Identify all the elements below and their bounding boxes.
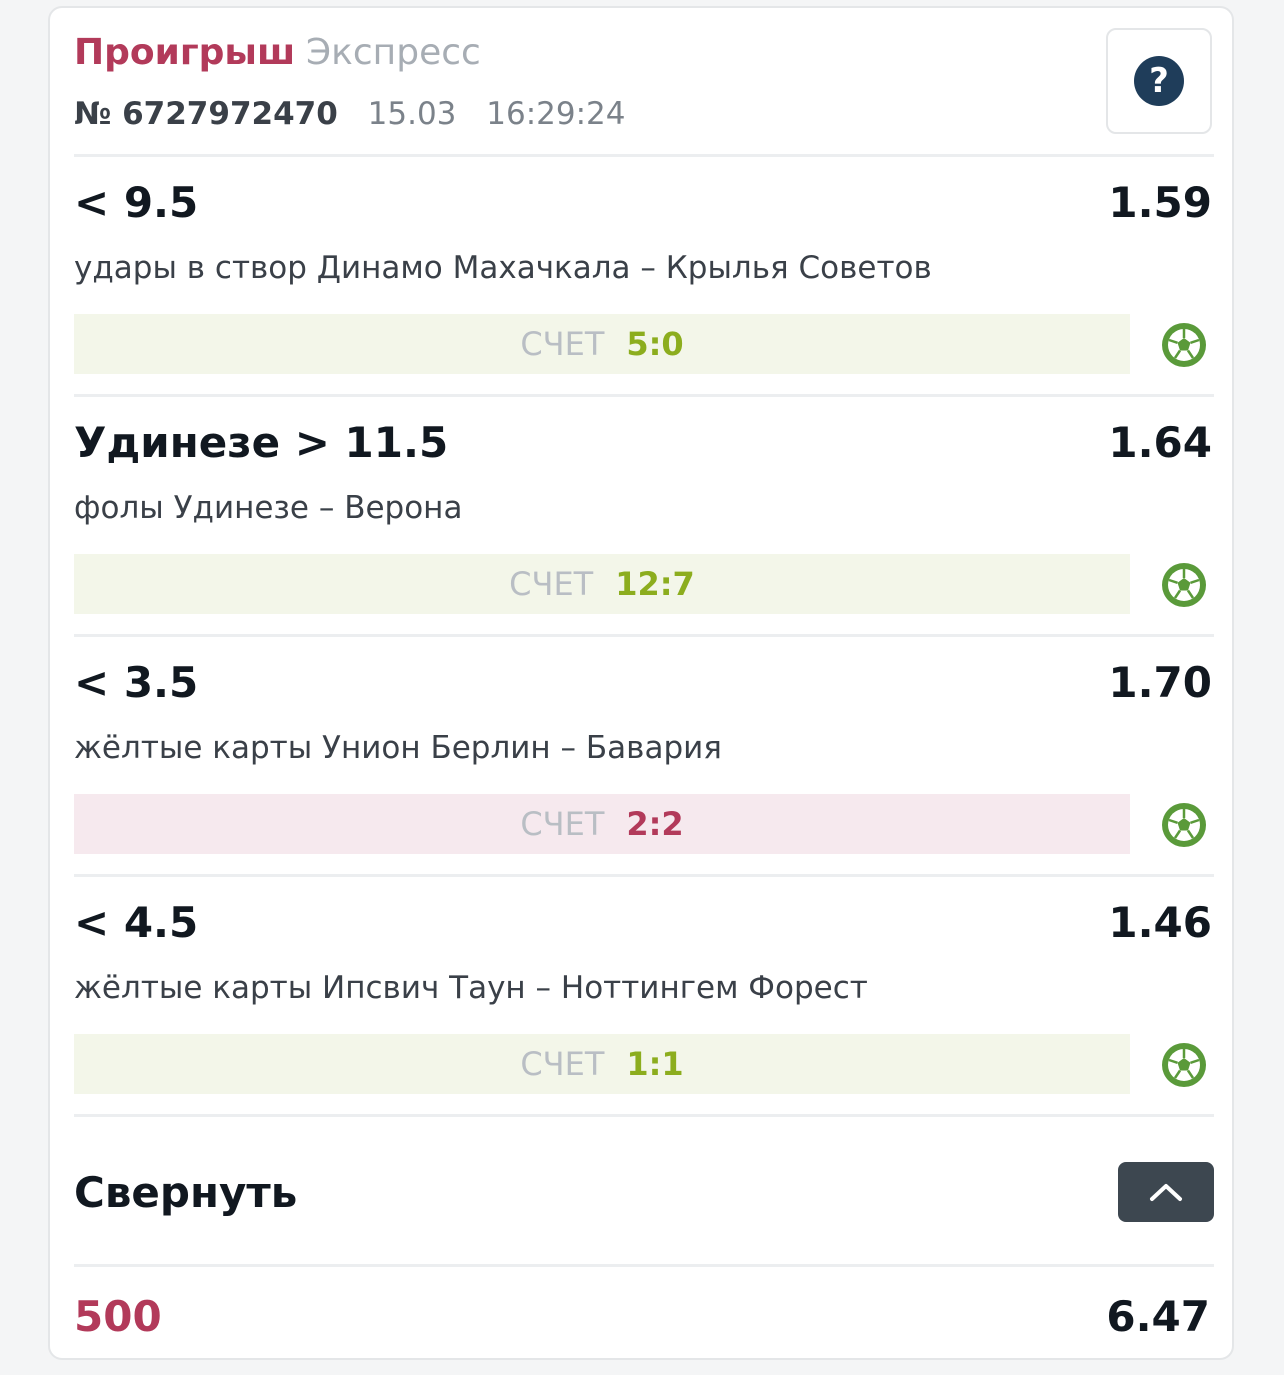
event-pick: Удинезе > 11.5 [74,418,449,467]
bet-card: Проигрыш Экспресс № 6727972470 15.03 16:… [48,6,1234,1360]
divider [74,1114,1214,1117]
event-odds: 1.70 [1108,658,1212,707]
collapse-button[interactable] [1118,1162,1214,1222]
collapse-label[interactable]: Свернуть [74,1168,297,1217]
divider [74,634,1214,637]
score-label: СЧЕТ [520,805,605,843]
chevron-up-icon [1150,1184,1182,1201]
event-score-bar: СЧЕТ 2:2 [74,794,1130,854]
event-row: < 9.5 1.59 удары в створ Динамо Махачкал… [74,158,1214,378]
bet-number: № 6727972470 [74,96,338,132]
event-pick: < 9.5 [74,178,199,227]
help-button[interactable]: ? [1106,28,1212,134]
event-pick: < 4.5 [74,898,199,947]
event-description: жёлтые карты Ипсвич Таун – Ноттингем Фор… [74,970,868,1006]
event-score-bar: СЧЕТ 12:7 [74,554,1130,614]
total-odds: 6.47 [1106,1292,1210,1341]
score-label: СЧЕТ [520,1045,605,1083]
divider [74,394,1214,397]
event-score-bar: СЧЕТ 5:0 [74,314,1130,374]
event-odds: 1.46 [1108,898,1212,947]
score-value: 2:2 [626,805,684,843]
event-odds: 1.59 [1108,178,1212,227]
event-description: жёлтые карты Унион Берлин – Бавария [74,730,722,766]
soccer-ball-icon [1162,563,1206,607]
soccer-ball-icon [1162,1043,1206,1087]
event-row: Удинезе > 11.5 1.64 фолы Удинезе – Верон… [74,398,1214,618]
event-score-bar: СЧЕТ 1:1 [74,1034,1130,1094]
score-value: 5:0 [626,325,684,363]
divider [74,154,1214,157]
divider [74,874,1214,877]
soccer-ball-icon [1162,803,1206,847]
stake-amount: 500 [74,1292,162,1341]
event-row: < 3.5 1.70 жёлтые карты Унион Берлин – Б… [74,638,1214,858]
soccer-ball-icon [1162,323,1206,367]
bet-status: Проигрыш [74,32,296,73]
score-label: СЧЕТ [520,325,605,363]
event-description: удары в створ Динамо Махачкала – Крылья … [74,250,932,286]
event-row: < 4.5 1.46 жёлтые карты Ипсвич Таун – Но… [74,878,1214,1098]
bet-header: Проигрыш Экспресс № 6727972470 15.03 16:… [74,8,1214,156]
score-value: 1:1 [626,1045,684,1083]
event-pick: < 3.5 [74,658,199,707]
bet-type: Экспресс [306,32,481,73]
event-odds: 1.64 [1108,418,1212,467]
event-description: фолы Удинезе – Верона [74,490,463,526]
bet-time: 16:29:24 [486,96,626,132]
score-label: СЧЕТ [509,565,594,603]
bet-date: 15.03 [367,96,457,132]
question-icon: ? [1134,56,1184,106]
divider [74,1264,1214,1267]
score-value: 12:7 [615,565,695,603]
bet-meta: № 6727972470 15.03 16:29:24 [74,96,626,132]
